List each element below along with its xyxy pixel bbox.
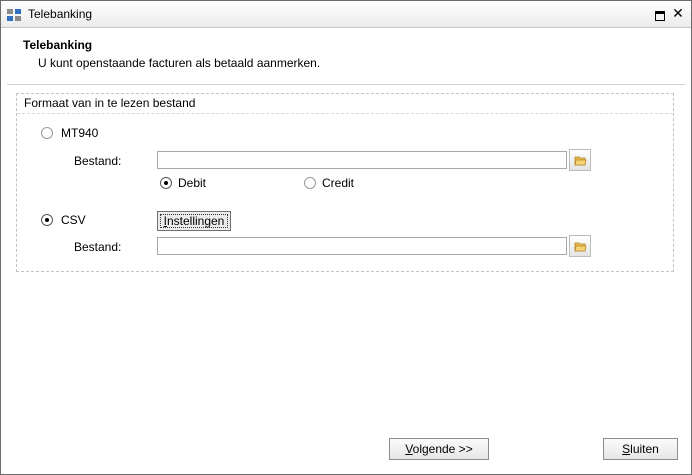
header-subtitle: U kunt openstaande facturen als betaald …	[38, 56, 321, 70]
csv-browse-button[interactable]	[569, 235, 591, 257]
csv-radio[interactable]	[41, 214, 53, 226]
credit-radio[interactable]	[304, 177, 316, 189]
csv-label: CSV	[61, 213, 86, 227]
telebanking-window: Telebanking ✕ Telebanking U kunt opensta…	[0, 0, 692, 475]
header-title: Telebanking	[23, 38, 93, 52]
folder-icon	[574, 242, 587, 252]
mt940-browse-button[interactable]	[569, 149, 591, 171]
debit-label: Debit	[178, 176, 207, 190]
debit-radio[interactable]	[160, 177, 172, 189]
close-label: luiten	[630, 442, 659, 456]
close-mnemonic: S	[622, 442, 631, 456]
mt940-radio[interactable]	[41, 127, 53, 139]
credit-label: Credit	[322, 176, 355, 190]
window-title: Telebanking	[28, 7, 93, 21]
next-mnemonic: V	[405, 442, 413, 456]
app-grid-icon	[7, 9, 21, 21]
next-label: olgende >>	[412, 442, 473, 456]
title-bar[interactable]: Telebanking ✕	[1, 1, 691, 28]
folder-icon	[574, 156, 587, 166]
groupbox-title: Formaat van in te lezen bestand	[22, 96, 198, 110]
settings-button[interactable]: Instellingen	[157, 211, 231, 231]
content-area: Formaat van in te lezen bestand MT940 Be…	[7, 85, 685, 467]
mt940-label: MT940	[61, 126, 99, 140]
csv-file-label: Bestand:	[74, 240, 122, 254]
close-button[interactable]: Sluiten	[603, 438, 678, 460]
next-button[interactable]: Volgende >>	[389, 438, 489, 460]
header-panel: Telebanking U kunt openstaande facturen …	[7, 28, 685, 85]
debit-radio-dot	[164, 181, 168, 185]
csv-file-input[interactable]	[157, 237, 567, 255]
restore-icon[interactable]	[655, 11, 665, 21]
settings-label: nstellingen	[166, 214, 225, 228]
close-icon[interactable]: ✕	[671, 6, 685, 20]
mt940-file-input[interactable]	[157, 151, 567, 169]
csv-radio-dot	[45, 218, 49, 222]
mt940-file-label: Bestand:	[74, 154, 122, 168]
groupbox-divider	[17, 113, 673, 114]
